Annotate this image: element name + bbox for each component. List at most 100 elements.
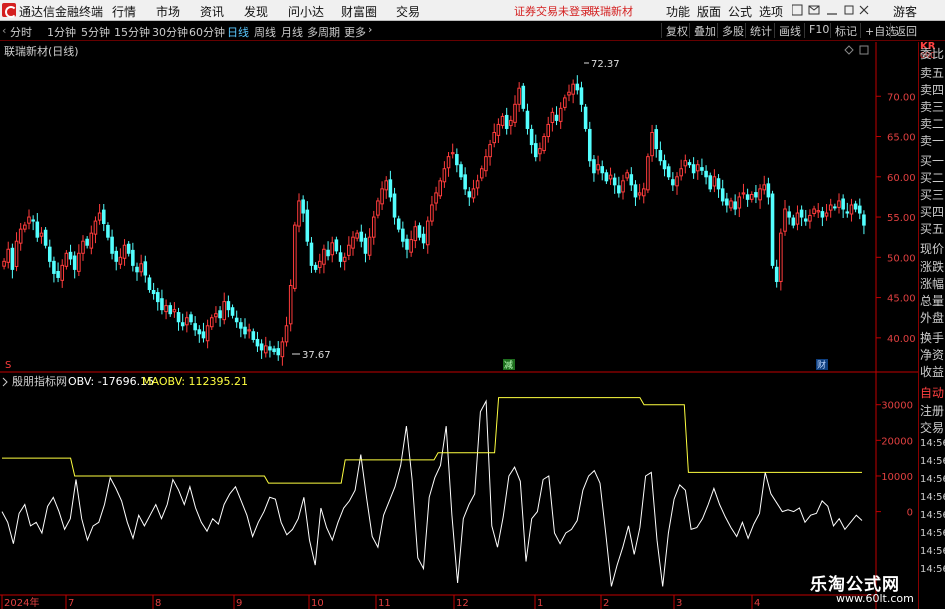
candle-body: [546, 123, 551, 138]
side-weibi: 委比: [920, 47, 945, 61]
menu-banmian[interactable]: 版面: [697, 3, 721, 20]
candle-body: [517, 87, 521, 105]
candle-body: [853, 203, 858, 210]
price-tick-label: 55.00: [887, 213, 916, 224]
candle-body: [496, 123, 501, 136]
period-daily[interactable]: 日线: [227, 24, 249, 40]
period-1min[interactable]: 1分钟: [47, 24, 76, 40]
side-sell4: 卖四: [920, 83, 945, 97]
period-monthly[interactable]: 月线: [281, 24, 303, 40]
side-register[interactable]: 注册: [920, 402, 944, 419]
side-trade[interactable]: 交易: [920, 419, 944, 436]
candle-body: [525, 110, 530, 129]
candle-body: [554, 114, 559, 121]
side-change-pct: 涨幅: [920, 277, 945, 291]
candle-body: [542, 136, 546, 152]
candle-body: [579, 87, 584, 105]
candle-body: [704, 170, 708, 178]
period-fenshi[interactable]: 分时: [10, 24, 32, 40]
menu-caifuquan[interactable]: 财富圈: [341, 3, 377, 20]
guest-label[interactable]: 游客: [893, 3, 917, 20]
side-sell2: 卖二: [920, 117, 945, 131]
candle-body: [729, 200, 733, 209]
chart-area[interactable]: 联瑞新材(日线) 40.00 45.00 50.00 55.00 60.00 65.00 7…: [0, 42, 945, 609]
tool-diejia[interactable]: 叠加: [689, 23, 716, 38]
marker-cai[interactable]: 财: [817, 359, 826, 371]
message-icon: [808, 5, 820, 15]
menu-gongneng[interactable]: 功能: [666, 3, 690, 20]
close-icon: [859, 5, 869, 15]
menu-gongshi[interactable]: 公式: [728, 3, 752, 20]
menu-hangqing[interactable]: 行情: [112, 3, 136, 20]
period-more[interactable]: 更多: [344, 24, 366, 40]
candle-body: [587, 128, 592, 162]
tool-duogu[interactable]: 多股: [717, 23, 744, 38]
more-chevron-icon[interactable]: ›: [368, 23, 372, 36]
panel-controls[interactable]: [844, 45, 869, 55]
candle-body: [812, 208, 816, 215]
menu-wenxiaoda[interactable]: 问小达: [288, 3, 324, 20]
period-scroll-icon[interactable]: ‹: [2, 24, 6, 37]
period-5min[interactable]: 5分钟: [81, 24, 110, 40]
tool-back[interactable]: 返回: [890, 23, 917, 38]
price-tick-label: 70.00: [887, 92, 916, 103]
candle-body: [442, 168, 447, 183]
candle-body: [164, 305, 168, 313]
marker-jian[interactable]: 减: [504, 359, 513, 371]
candle-body: [309, 242, 314, 266]
candle-body: [691, 164, 696, 174]
tool-fuquan[interactable]: 复权: [661, 23, 688, 38]
candle-body: [60, 264, 65, 281]
marker-s[interactable]: S: [5, 360, 11, 371]
candle-body: [509, 119, 513, 127]
period-15min[interactable]: 15分钟: [114, 24, 150, 40]
candle-body: [43, 229, 48, 246]
candle-body: [151, 289, 156, 295]
menu-zixun[interactable]: 资讯: [200, 3, 224, 20]
tool-huaxian[interactable]: 画线: [774, 23, 801, 38]
period-30min[interactable]: 30分钟: [152, 24, 188, 40]
candle-body: [463, 174, 467, 190]
candle-body: [293, 224, 297, 289]
login-status[interactable]: 证券交易未登录: [514, 3, 591, 19]
menu-faxian[interactable]: 发现: [244, 3, 268, 20]
maobv-label: MAOBV: 112395.21: [142, 375, 248, 388]
candle-body: [671, 179, 675, 186]
candle-body: [417, 225, 422, 238]
candle-body: [93, 220, 98, 235]
candle-body: [687, 162, 692, 166]
candle-body: [334, 239, 339, 252]
candle-body: [222, 301, 227, 321]
menu-shichang[interactable]: 市场: [156, 3, 180, 20]
candle-body: [828, 204, 833, 211]
candle-body: [118, 256, 123, 265]
tool-f10[interactable]: F10: [804, 23, 829, 38]
candle-body: [837, 200, 841, 208]
candle-body: [384, 180, 389, 191]
indicator-expand-icon[interactable]: [2, 377, 8, 387]
indicator-name[interactable]: 殷朋指标网: [12, 374, 67, 388]
candle-body: [77, 252, 81, 272]
candle-body: [662, 160, 667, 170]
side-auto[interactable]: 自动: [920, 384, 944, 401]
side-sell5: 卖五: [920, 66, 945, 80]
candle-body: [787, 211, 791, 218]
period-multi[interactable]: 多周期: [307, 24, 340, 40]
candle-body: [313, 264, 318, 270]
menu-jiaoyi[interactable]: 交易: [396, 3, 420, 20]
tool-tongji[interactable]: 统计: [745, 23, 772, 38]
candle-body: [209, 317, 214, 328]
candle-body: [89, 232, 94, 249]
period-60min[interactable]: 60分钟: [189, 24, 225, 40]
tool-biaoji[interactable]: 标记: [830, 23, 857, 38]
candle-body: [450, 152, 455, 155]
candle-body: [675, 176, 679, 187]
candle-body: [533, 143, 538, 158]
candle-body: [841, 198, 845, 210]
candle-body: [355, 232, 359, 239]
menu-xuanxiang[interactable]: 选项: [759, 3, 783, 20]
period-weekly[interactable]: 周线: [254, 24, 276, 40]
candle-body: [849, 204, 854, 215]
candle-body: [820, 211, 825, 218]
candle-body: [430, 204, 434, 222]
